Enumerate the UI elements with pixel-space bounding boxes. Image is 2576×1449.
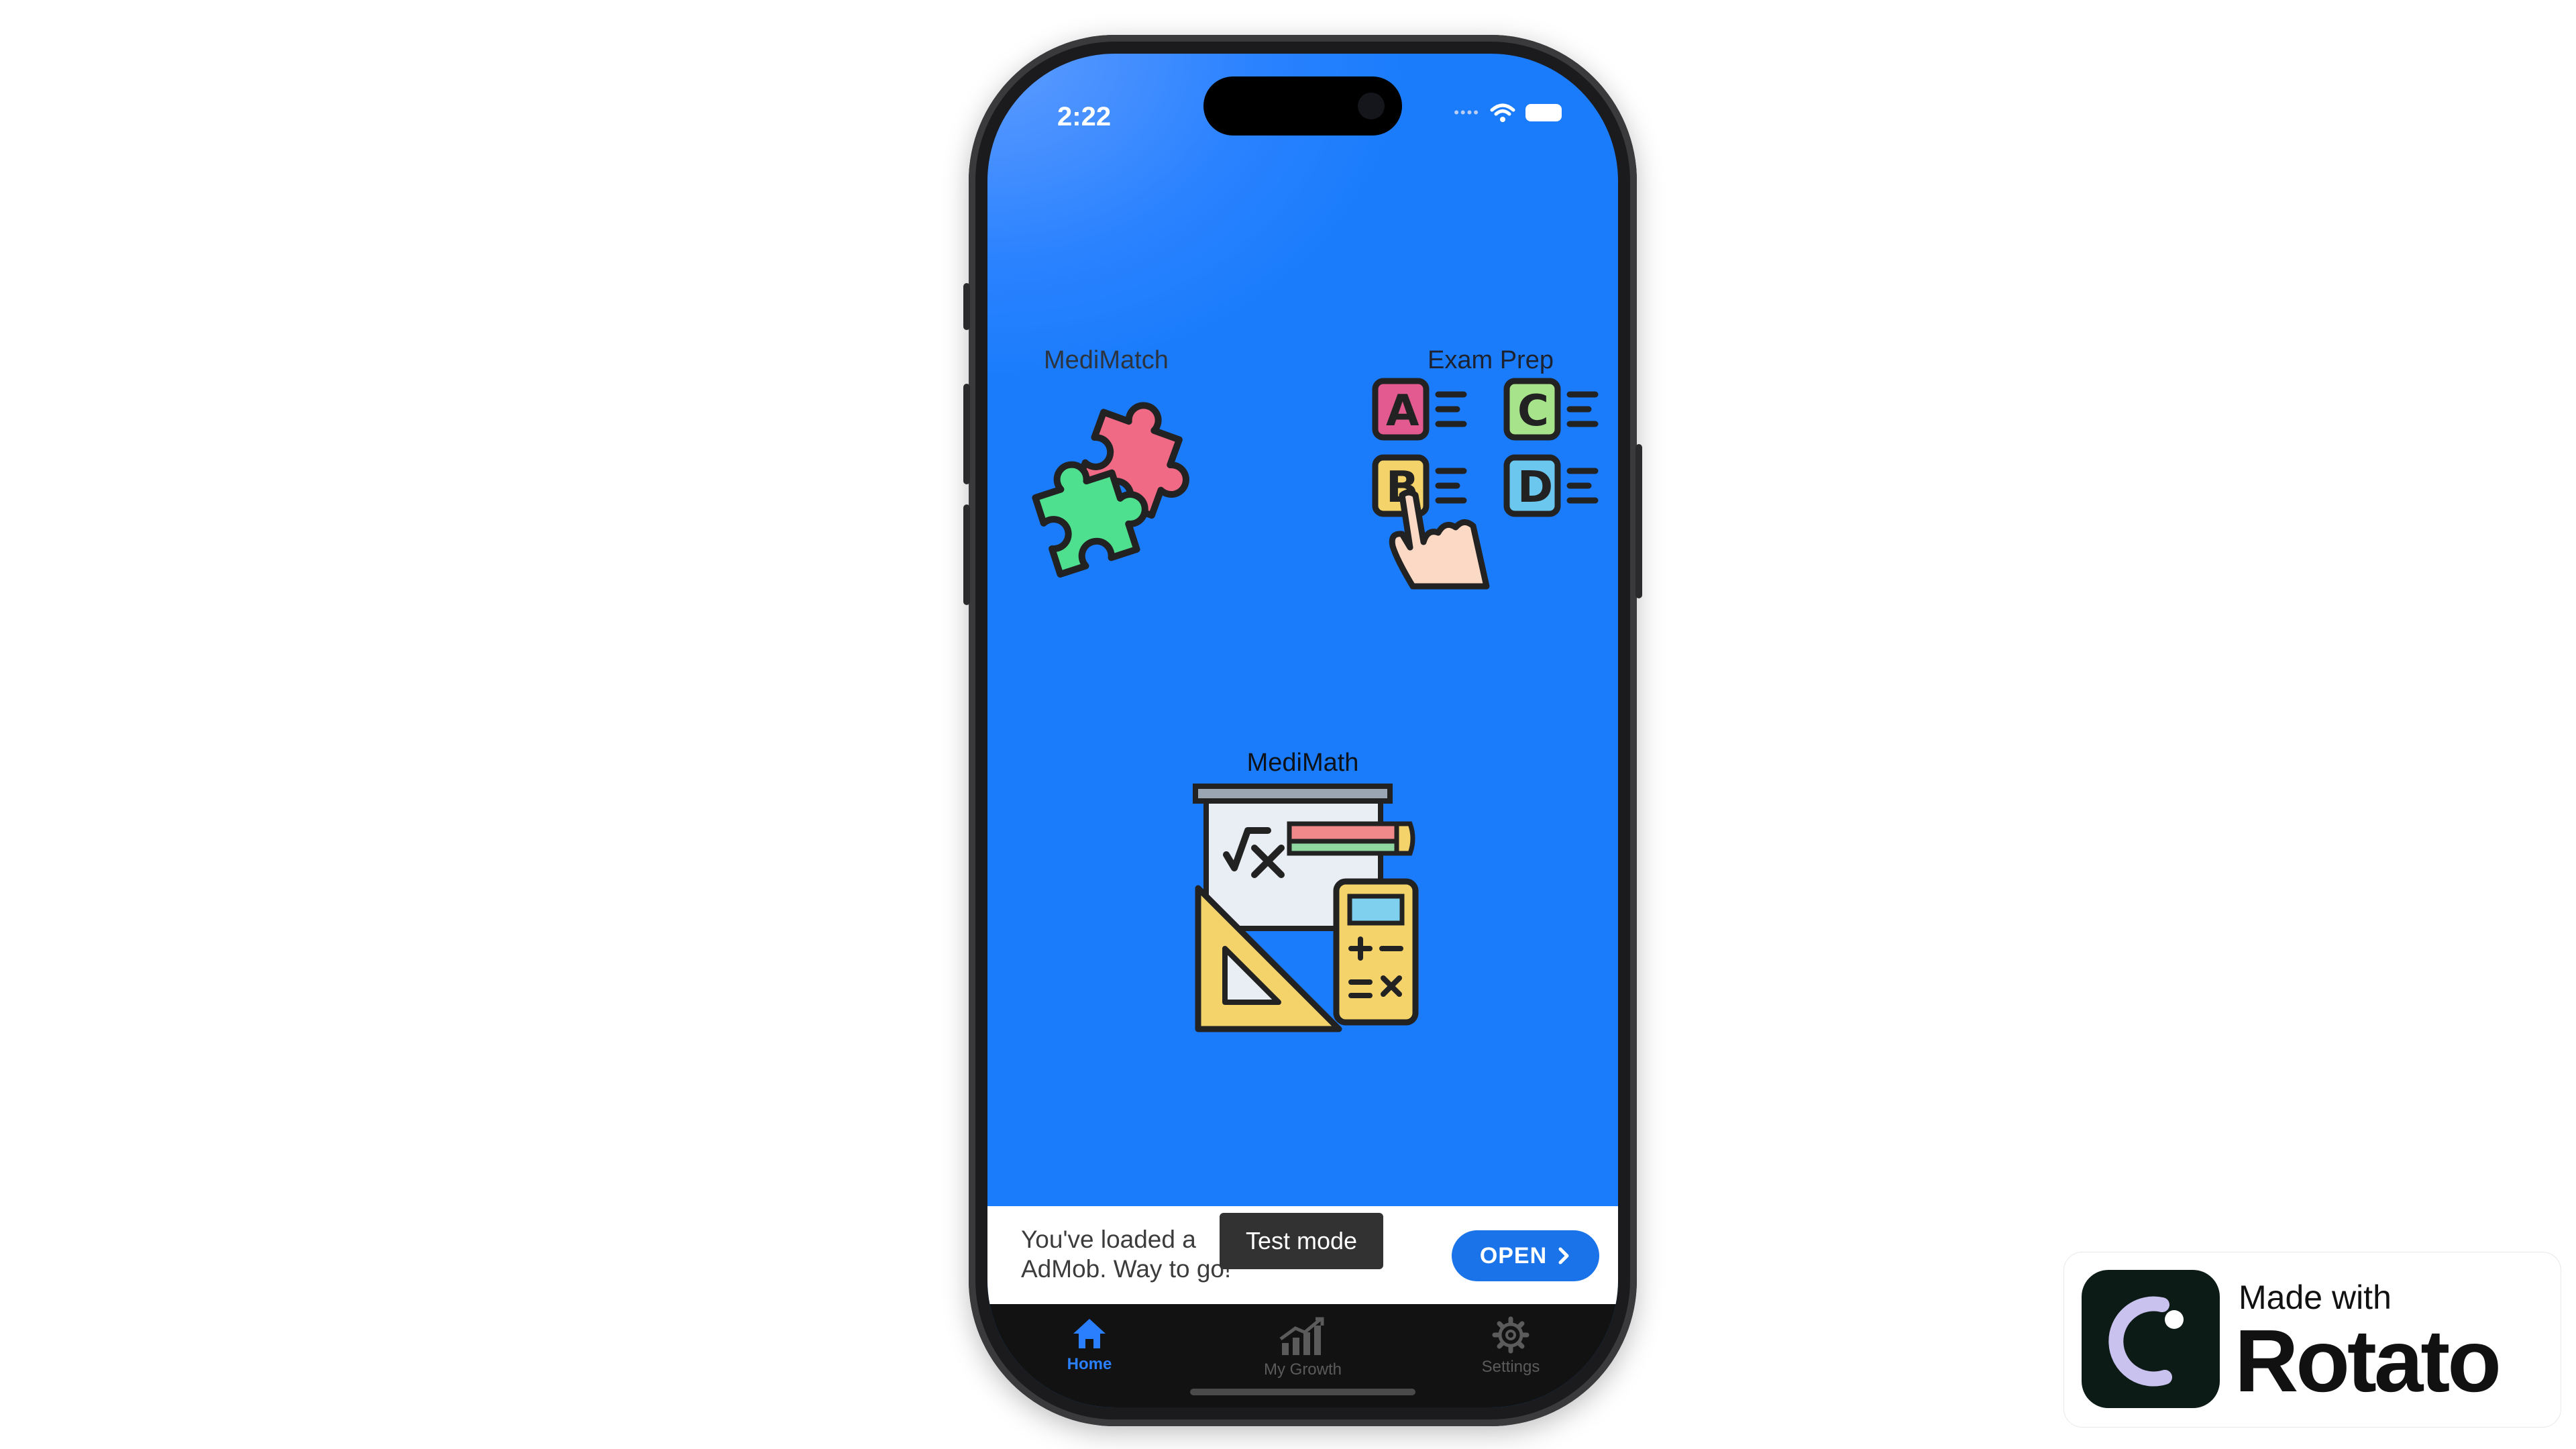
- power-button: [1635, 444, 1642, 598]
- math-tools-icon: [1193, 784, 1419, 1032]
- option-a-letter: A: [1386, 386, 1419, 436]
- ad-open-label: OPEN: [1479, 1242, 1548, 1269]
- status-time: 2:22: [1057, 102, 1112, 131]
- ad-open-button[interactable]: OPEN: [1452, 1230, 1599, 1281]
- tab-home[interactable]: Home: [1022, 1316, 1157, 1374]
- volume-up-button: [963, 384, 970, 484]
- home-indicator: [1190, 1389, 1415, 1395]
- dynamic-island: [1203, 76, 1402, 136]
- pointing-hand-icon: [1389, 489, 1490, 590]
- badge-brand: Rotato: [2235, 1311, 2502, 1410]
- puzzle-pieces-icon: [1032, 402, 1189, 578]
- home-icon: [1073, 1319, 1106, 1348]
- wifi-icon: [1490, 103, 1515, 122]
- test-mode-toast: Test mode: [1220, 1213, 1383, 1269]
- volume-down-button: [963, 504, 970, 605]
- tab-settings-label: Settings: [1481, 1358, 1540, 1376]
- phone-frame: 2:22 •••• MediMatch Exam Prep A B C D Me…: [963, 35, 1642, 1426]
- option-d-letter: D: [1517, 463, 1553, 513]
- tab-home-label: Home: [1067, 1355, 1112, 1373]
- exam-prep-label: Exam Prep: [1428, 346, 1554, 374]
- status-icons: ••••: [1454, 102, 1562, 123]
- app-screen: 2:22 •••• MediMatch Exam Prep A B C D Me…: [987, 54, 1618, 1407]
- medimath-label: MediMath: [1246, 749, 1359, 777]
- made-with-rotato-badge: Made with Rotato: [2063, 1252, 2561, 1428]
- option-c-letter: C: [1517, 386, 1549, 436]
- multiple-choice-icon: A B C D: [1372, 378, 1599, 590]
- gear-icon: [1492, 1316, 1529, 1354]
- medimatch-tile[interactable]: MediMatch: [987, 335, 1229, 617]
- growth-chart-icon: [1279, 1317, 1324, 1355]
- rotato-logo-icon: [2082, 1270, 2220, 1408]
- ad-banner[interactable]: You've loaded a AdMob. Way to go! Test m…: [987, 1206, 1618, 1304]
- exam-prep-tile[interactable]: Exam Prep A B C D: [1363, 335, 1618, 617]
- chevron-right-icon: [1558, 1247, 1569, 1265]
- battery-icon: [1525, 104, 1562, 121]
- tab-my-growth-label: My Growth: [1263, 1360, 1342, 1379]
- tab-my-growth[interactable]: My Growth: [1236, 1316, 1370, 1379]
- signal-dots-icon: ••••: [1454, 104, 1480, 121]
- front-camera: [1358, 93, 1385, 119]
- tab-settings[interactable]: Settings: [1444, 1316, 1578, 1377]
- medimath-tile[interactable]: MediMath: [1169, 738, 1437, 1040]
- action-button: [963, 283, 970, 330]
- medimatch-label: MediMatch: [1044, 346, 1169, 374]
